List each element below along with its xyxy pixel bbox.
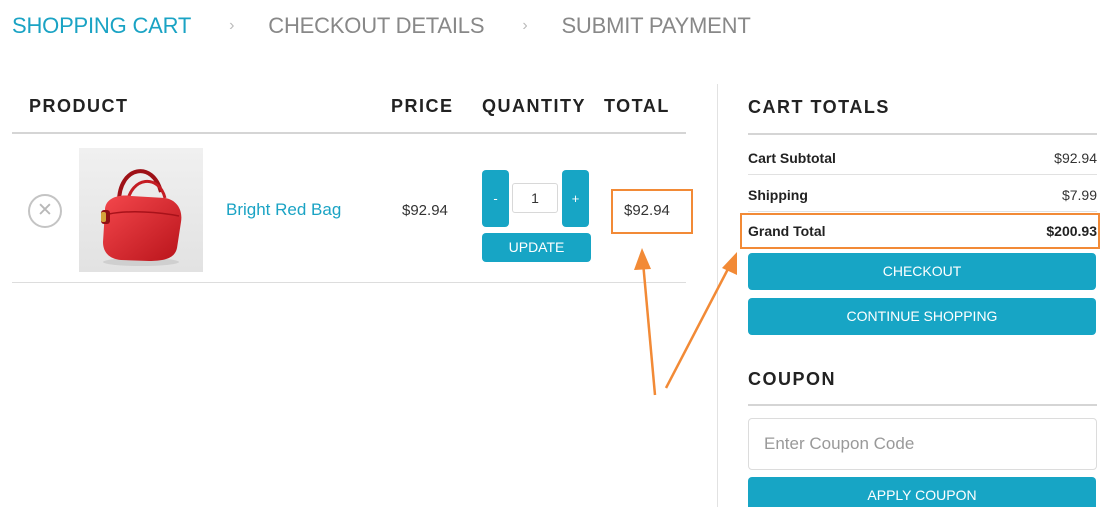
chevron-right-icon: ›	[229, 17, 235, 34]
arrow-head-icon	[634, 248, 651, 270]
row-divider	[12, 282, 686, 283]
quantity-input[interactable]	[512, 183, 558, 213]
coupon-divider	[748, 404, 1097, 406]
shipping-value: $7.99	[1061, 187, 1097, 203]
checkout-button[interactable]: CHECKOUT	[748, 253, 1096, 290]
grand-total-highlight	[740, 213, 1100, 249]
totals-divider	[748, 133, 1097, 135]
coupon-code-input[interactable]	[748, 418, 1097, 470]
item-line-total: $92.94	[624, 202, 670, 219]
product-name-link[interactable]: Bright Red Bag	[226, 200, 341, 220]
column-divider	[717, 84, 718, 507]
chevron-right-icon: ›	[522, 17, 528, 34]
header-divider	[12, 132, 686, 134]
quantity-decrease-button[interactable]: -	[482, 170, 509, 227]
item-price: $92.94	[402, 202, 448, 219]
totals-row-divider	[748, 211, 1097, 212]
arrow-head-icon	[722, 252, 737, 275]
coupon-title: COUPON	[748, 369, 837, 389]
subtotal-label: Cart Subtotal	[748, 150, 836, 166]
quantity-increase-button[interactable]: +	[562, 170, 589, 227]
column-header-product: PRODUCT	[29, 96, 129, 116]
subtotal-row: Cart Subtotal $92.94	[748, 144, 1097, 172]
shipping-row: Shipping $7.99	[748, 181, 1097, 209]
step-shopping-cart[interactable]: SHOPPING CART	[12, 13, 191, 39]
continue-shopping-button[interactable]: CONTINUE SHOPPING	[748, 298, 1096, 335]
red-handbag-icon	[101, 169, 182, 266]
cart-totals-title: CART TOTALS	[748, 97, 890, 117]
remove-item-icon[interactable]: ✕	[28, 194, 62, 228]
subtotal-value: $92.94	[1054, 150, 1097, 166]
update-cart-button[interactable]: UPDATE	[482, 233, 591, 262]
arrow-line	[664, 266, 731, 389]
apply-coupon-button[interactable]: APPLY COUPON	[748, 477, 1096, 507]
totals-row-divider	[748, 174, 1097, 175]
shipping-label: Shipping	[748, 187, 808, 203]
step-checkout-details[interactable]: CHECKOUT DETAILS	[268, 13, 484, 39]
column-header-total: TOTAL	[604, 96, 670, 116]
column-header-quantity: QUANTITY	[482, 96, 586, 116]
step-submit-payment[interactable]: SUBMIT PAYMENT	[561, 13, 750, 39]
checkout-steps: SHOPPING CART › CHECKOUT DETAILS › SUBMI…	[12, 11, 751, 41]
product-thumbnail[interactable]	[79, 148, 203, 272]
column-header-price: PRICE	[391, 96, 454, 116]
